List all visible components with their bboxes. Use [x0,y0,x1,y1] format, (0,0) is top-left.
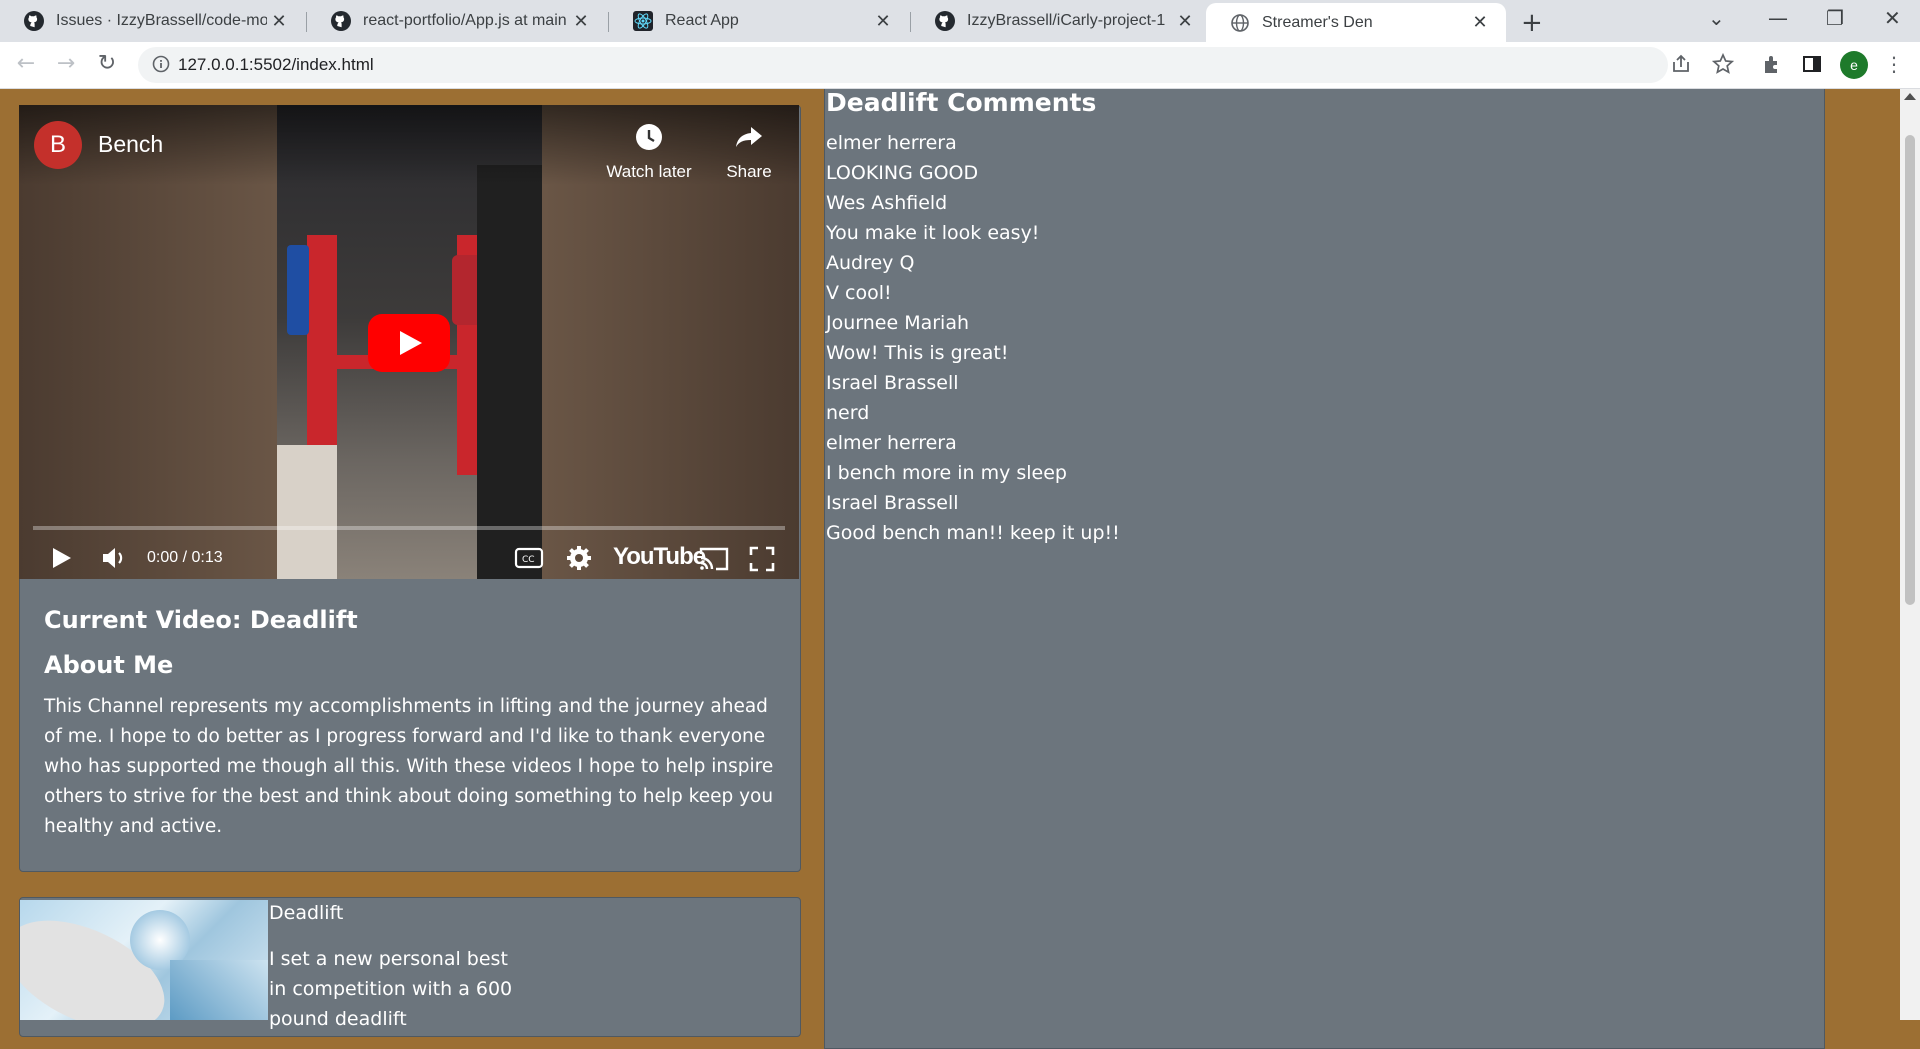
comment-item: Good bench man!! keep it up!! [826,522,1120,544]
watch-later-button[interactable]: Watch later [597,123,701,182]
close-window-button[interactable]: ✕ [1884,6,1901,30]
page-scrollbar[interactable] [1900,89,1920,1020]
site-info-icon[interactable] [152,55,170,73]
tab-issues[interactable]: Issues · IzzyBrassell/code-monste ✕ [0,0,305,42]
time-display: 0:00 / 0:13 [147,549,223,566]
comment-item: elmer herrera [826,432,957,454]
comments-title: Deadlift Comments [826,88,1097,117]
big-play-button[interactable] [368,314,450,372]
minimize-button[interactable]: — [1768,6,1788,30]
watch-later-label: Watch later [606,162,692,181]
comment-item: I bench more in my sleep [826,462,1067,484]
close-tab-icon[interactable]: ✕ [569,11,593,32]
tab-title: Streamer's Den [1262,13,1373,31]
progress-bar[interactable] [33,526,785,530]
reload-button[interactable]: ↻ [93,50,121,78]
comment-item: Wes Ashfield [826,192,948,214]
video-player[interactable]: B Bench Watch later Share 0:00 / 0:13 CC… [19,105,799,579]
github-icon [24,11,44,31]
comment-item: elmer herrera [826,132,957,154]
github-icon [935,11,955,31]
play-icon[interactable] [51,546,73,570]
clock-icon [636,124,662,150]
close-tab-icon[interactable]: ✕ [1468,12,1492,33]
url-text: 127.0.0.1:5502/index.html [178,55,374,74]
video-thumbnail[interactable] [20,900,268,1020]
share-label: Share [726,162,772,181]
settings-gear-icon[interactable] [565,544,593,572]
comment-item: Audrey Q [826,252,915,274]
forward-button[interactable]: → [52,50,80,78]
comment-item: Israel Brassell [826,372,959,394]
scroll-up-arrow-icon[interactable] [1904,93,1916,100]
tab-title: Issues · IzzyBrassell/code-monste [56,12,267,29]
channel-avatar[interactable]: B [34,121,82,169]
tab-title: react-portfolio/App.js at main · Iz [363,12,569,29]
svg-text:CC: CC [522,555,535,565]
video-title[interactable]: Bench [98,131,163,158]
tab-react-app[interactable]: React App ✕ [609,0,909,42]
comment-item: Journee Mariah [826,312,970,334]
about-me-text: This Channel represents my accomplishmen… [44,696,774,837]
volume-icon[interactable] [101,546,127,570]
comment-item: V cool! [826,282,892,304]
tab-title: IzzyBrassell/iCarly-project-1 [967,12,1166,29]
more-menu-icon[interactable]: ⋮ [1880,50,1908,78]
youtube-logo[interactable]: YouTube [613,543,706,571]
profile-avatar[interactable]: e [1840,51,1868,79]
comment-item: You make it look easy! [826,222,1040,244]
tab-strip: Issues · IzzyBrassell/code-monste ✕ reac… [0,0,1920,42]
globe-icon [1231,13,1249,32]
about-me-heading: About Me [44,651,174,679]
fullscreen-icon[interactable] [749,546,775,572]
scrollbar-thumb[interactable] [1905,135,1915,605]
comment-item: LOOKING GOOD [826,162,979,184]
side-panel-icon[interactable] [1801,53,1823,75]
video-item-title[interactable]: Deadlift [269,902,343,924]
tab-title: React App [665,12,739,29]
bookmark-star-icon[interactable] [1712,53,1734,75]
tab-search-icon[interactable]: ⌄ [1708,6,1725,30]
comment-item: nerd [826,402,870,424]
github-icon [331,11,351,31]
tab-react-portfolio[interactable]: react-portfolio/App.js at main · Iz ✕ [307,0,607,42]
address-bar[interactable]: 127.0.0.1:5502/index.html [138,47,1668,83]
video-item-description: I set a new personal best in competition… [269,948,513,1030]
close-tab-icon[interactable]: ✕ [1173,11,1197,32]
back-button[interactable]: ← [12,50,40,78]
tab-streamers-den[interactable]: Streamer's Den ✕ [1206,3,1506,42]
extensions-icon[interactable] [1761,53,1783,75]
tab-icarly-project[interactable]: IzzyBrassell/iCarly-project-1 ✕ [911,0,1211,42]
share-button[interactable]: Share [719,123,779,182]
close-tab-icon[interactable]: ✕ [267,11,291,32]
comment-item: Israel Brassell [826,492,959,514]
cast-icon[interactable] [698,546,730,572]
captions-icon[interactable]: CC [514,546,544,570]
share-page-icon[interactable] [1670,53,1692,75]
comment-item: Wow! This is great! [826,342,1009,364]
share-arrow-icon [736,127,762,147]
current-video-heading: Current Video: Deadlift [44,606,358,634]
browser-toolbar: ← → ↻ 127.0.0.1:5502/index.html e ⋮ [0,42,1920,89]
new-tab-button[interactable]: + [1521,8,1543,38]
comments-list: elmer herrera LOOKING GOOD Wes Ashfield … [826,128,1120,548]
react-icon [633,11,653,31]
restore-button[interactable]: ❐ [1826,6,1844,30]
close-tab-icon[interactable]: ✕ [871,11,895,32]
